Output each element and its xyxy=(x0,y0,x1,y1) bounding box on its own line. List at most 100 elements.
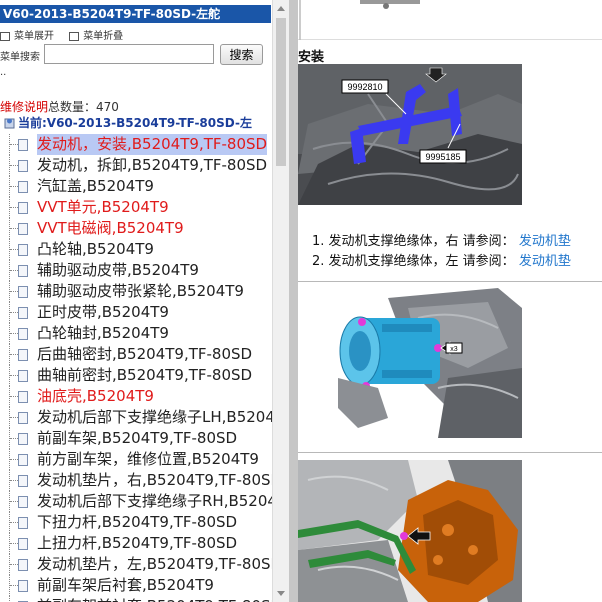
total-count: 总数量：470 xyxy=(48,100,119,114)
document-icon xyxy=(18,160,28,172)
tree-line xyxy=(10,522,18,523)
tree-item-label[interactable]: 凸轮轴封,B5204T9 xyxy=(37,323,169,344)
left-scrollbar[interactable] xyxy=(272,0,289,602)
document-icon xyxy=(18,412,28,424)
step-2-text: 发动机支撑绝缘体，左 请参阅： xyxy=(328,254,515,269)
tree-line xyxy=(10,165,18,166)
tree-item[interactable]: 前方副车架，维修位置,B5204T9 xyxy=(0,449,272,470)
content-pane: 安装 9992810 9995185 1. 发动机支撑绝缘体，右 请参阅： 发动… xyxy=(298,0,602,602)
tree-item-label[interactable]: 下扭力杆,B5204T9,TF-80SD xyxy=(37,512,237,533)
scroll-up-icon[interactable] xyxy=(277,6,285,11)
tree-item[interactable]: 前副车架后衬套,B5204T9 xyxy=(0,575,272,596)
expand-menu-link[interactable]: 菜单展开 xyxy=(0,31,54,42)
tree-line xyxy=(10,543,18,544)
tree-item[interactable]: 下扭力杆,B5204T9,TF-80SD xyxy=(0,512,272,533)
tree-line xyxy=(10,438,18,439)
tree-item-label[interactable]: 前方副车架，维修位置,B5204T9 xyxy=(37,449,259,470)
menu-toggle-row: 菜单展开 菜单折叠 xyxy=(0,27,135,42)
search-input[interactable] xyxy=(44,44,214,64)
left-panel: V60-2013-B5204T9-TF-80SD-左舵 菜单展开 菜单折叠 菜单… xyxy=(0,0,289,602)
collapse-menu-link[interactable]: 菜单折叠 xyxy=(69,31,123,42)
checkbox-icon xyxy=(0,31,10,41)
tree-item-label[interactable]: 辅助驱动皮带张紧轮,B5204T9 xyxy=(37,281,244,302)
tree-item[interactable]: 正时皮带,B5204T9 xyxy=(0,302,272,323)
tree-item[interactable]: 发动机，拆卸,B5204T9,TF-80SD xyxy=(0,155,272,176)
document-icon xyxy=(18,307,28,319)
step-2-reference-link[interactable]: 发动机垫 xyxy=(519,254,571,269)
tree-item-label[interactable]: 前副车架,B5204T9,TF-80SD xyxy=(37,428,237,449)
tree-line xyxy=(10,228,18,229)
tree-item[interactable]: 发动机后部下支撑绝缘子RH,B5204T9 xyxy=(0,491,289,512)
search-button[interactable]: 搜索 xyxy=(220,44,263,65)
tree-item-label[interactable]: 发动机垫片，左,B5204T9,TF-80SD xyxy=(37,554,282,575)
document-icon xyxy=(18,391,28,403)
checkbox-icon xyxy=(69,31,80,41)
section-heading: 安装 xyxy=(298,50,325,65)
repair-manual-label[interactable]: 维修说明 xyxy=(0,100,48,114)
document-icon xyxy=(18,475,28,487)
tree-item[interactable]: 发动机后部下支撑绝缘子LH,B5204T9 xyxy=(0,407,289,428)
tree-item[interactable]: 上扭力杆,B5204T9,TF-80SD xyxy=(0,533,272,554)
tree-item[interactable]: VVT电磁阀,B5204T9 xyxy=(0,218,272,239)
tree-line xyxy=(10,312,18,313)
tree-item-label[interactable]: VVT电磁阀,B5204T9 xyxy=(37,218,184,239)
tree-item[interactable]: 凸轮轴封,B5204T9 xyxy=(0,323,272,344)
document-icon xyxy=(18,433,28,445)
ellipsis-text: .. xyxy=(0,67,7,78)
tree-item[interactable]: 发动机垫片，左,B5204T9,TF-80SD xyxy=(0,554,282,575)
tree-item[interactable]: 汽缸盖,B5204T9 xyxy=(0,176,272,197)
tree-item[interactable]: 发动机，安装,B5204T9,TF-80SD xyxy=(0,134,272,155)
tree-item-label[interactable]: 上扭力杆,B5204T9,TF-80SD xyxy=(37,533,237,554)
tree-item[interactable]: 后曲轴密封,B5204T9,TF-80SD xyxy=(0,344,272,365)
engine-mount-figure xyxy=(298,460,522,602)
tree-item-label[interactable]: 辅助驱动皮带,B5204T9 xyxy=(37,260,199,281)
document-icon xyxy=(18,517,28,529)
previous-figure-fragment xyxy=(298,0,602,40)
tree-item[interactable]: 凸轮轴,B5204T9 xyxy=(0,239,272,260)
tree-item[interactable]: 曲轴前密封,B5204T9,TF-80SD xyxy=(0,365,272,386)
tree-item-label[interactable]: 前副车架前衬套,B5204T9,TF-80SD xyxy=(37,596,282,602)
separator-line xyxy=(298,281,602,282)
tree-item[interactable]: VVT单元,B5204T9 xyxy=(0,197,272,218)
tree-item-label[interactable]: 正时皮带,B5204T9 xyxy=(37,302,169,323)
tree-item[interactable]: 辅助驱动皮带,B5204T9 xyxy=(0,260,272,281)
step-1: 1. 发动机支撑绝缘体，右 请参阅： 发动机垫 xyxy=(312,232,571,252)
search-label: 菜单搜索 xyxy=(0,52,40,63)
tree-item[interactable]: 发动机垫片，右,B5204T9,TF-80SD xyxy=(0,470,282,491)
tree-line xyxy=(10,144,18,145)
tree-item[interactable]: 油底壳,B5204T9 xyxy=(0,386,272,407)
tree-line xyxy=(10,207,18,208)
step-1-reference-link[interactable]: 发动机垫 xyxy=(519,234,571,249)
document-icon xyxy=(18,286,28,298)
tree-item-label[interactable]: 发动机后部下支撑绝缘子RH,B5204T9 xyxy=(37,491,289,512)
tree-item-label[interactable]: 后曲轴密封,B5204T9,TF-80SD xyxy=(37,344,252,365)
tree-item-label[interactable]: VVT单元,B5204T9 xyxy=(37,197,169,218)
tree-item-label[interactable]: 发动机，安装,B5204T9,TF-80SD xyxy=(37,134,268,155)
scrollbar-thumb[interactable] xyxy=(276,18,286,166)
manual-tree-list: 发动机，安装,B5204T9,TF-80SD 发动机，拆卸,B5204T9,TF-… xyxy=(0,134,289,602)
tree-item-label[interactable]: 汽缸盖,B5204T9 xyxy=(37,176,154,197)
document-icon xyxy=(18,223,28,235)
document-icon xyxy=(18,496,28,508)
tree-item-label[interactable]: 油底壳,B5204T9 xyxy=(37,386,154,407)
tree-item-label[interactable]: 曲轴前密封,B5204T9,TF-80SD xyxy=(37,365,252,386)
document-icon xyxy=(18,139,28,151)
tree-line xyxy=(10,375,18,376)
tree-line xyxy=(10,396,18,397)
tree-item[interactable]: 前副车架,B5204T9,TF-80SD xyxy=(0,428,272,449)
tree-item-label[interactable]: 发动机后部下支撑绝缘子LH,B5204T9 xyxy=(37,407,289,428)
tree-item-label[interactable]: 前副车架后衬套,B5204T9 xyxy=(37,575,214,596)
tool-label-2: 9995185 xyxy=(425,152,460,162)
search-row: 菜单搜索 搜索 xyxy=(0,44,271,66)
document-icon xyxy=(18,181,28,193)
tree-item[interactable]: 辅助驱动皮带张紧轮,B5204T9 xyxy=(0,281,272,302)
document-icon xyxy=(18,580,28,592)
pane-splitter[interactable] xyxy=(289,0,298,602)
tree-item[interactable]: 前副车架前衬套,B5204T9,TF-80SD xyxy=(0,596,282,602)
tree-item-label[interactable]: 发动机垫片，右,B5204T9,TF-80SD xyxy=(37,470,282,491)
current-node[interactable]: 当前:V60-2013-B5204T9-TF-80SD-左 xyxy=(3,114,252,131)
tree-item-label[interactable]: 发动机，拆卸,B5204T9,TF-80SD xyxy=(37,155,267,176)
bolt-count-label: x3 xyxy=(450,346,458,353)
tree-item-label[interactable]: 凸轮轴,B5204T9 xyxy=(37,239,154,260)
scroll-down-icon[interactable] xyxy=(277,591,285,596)
